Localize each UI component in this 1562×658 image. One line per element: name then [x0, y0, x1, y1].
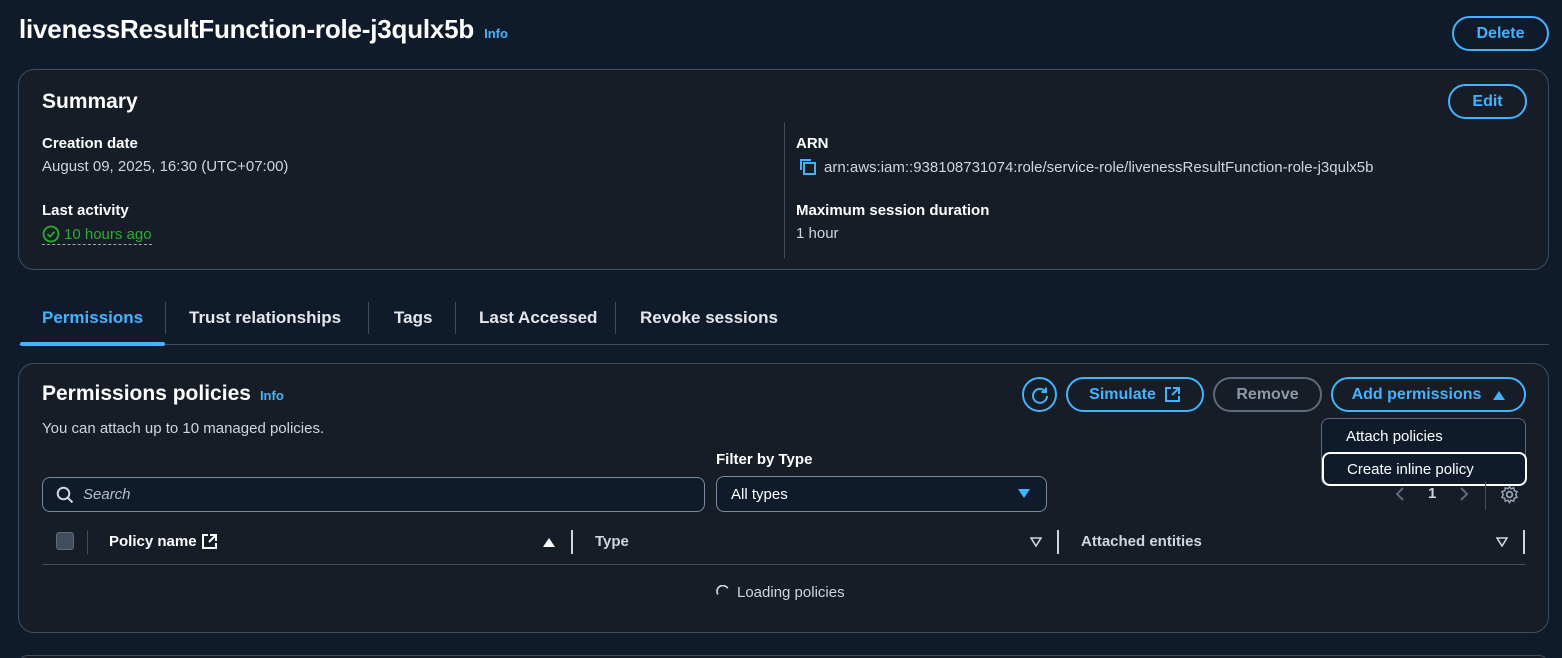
- column-separator: [1057, 530, 1059, 554]
- arn-label: ARN: [796, 135, 829, 152]
- sort-descending-icon[interactable]: [1030, 537, 1042, 547]
- tab-separator: [368, 302, 369, 334]
- creation-date-label: Creation date: [42, 135, 138, 152]
- tab-revoke-sessions[interactable]: Revoke sessions: [640, 308, 778, 328]
- role-tabs: Permissions Trust relationships Tags Las…: [19, 300, 1549, 346]
- column-separator: [87, 530, 88, 554]
- permissions-info-link[interactable]: Info: [260, 388, 284, 403]
- column-header-policy-name[interactable]: Policy name: [109, 533, 218, 550]
- success-check-icon: [42, 225, 60, 243]
- menu-item-create-inline-policy[interactable]: Create inline policy: [1322, 452, 1527, 486]
- policy-name-header-label: Policy name: [109, 533, 197, 550]
- title-info-link[interactable]: Info: [484, 26, 508, 41]
- caret-down-icon: [1018, 489, 1030, 498]
- sort-descending-icon[interactable]: [1496, 537, 1508, 547]
- remove-button[interactable]: Remove: [1213, 377, 1322, 412]
- external-link-icon: [1164, 387, 1180, 402]
- tab-separator: [455, 302, 456, 334]
- menu-item-attach-policies[interactable]: Attach policies: [1322, 419, 1525, 453]
- max-session-value: 1 hour: [796, 225, 839, 242]
- tab-permissions[interactable]: Permissions: [42, 308, 143, 328]
- delete-button[interactable]: Delete: [1452, 16, 1549, 51]
- current-page-number[interactable]: 1: [1428, 485, 1436, 502]
- refresh-button[interactable]: [1022, 377, 1057, 412]
- loading-indicator: Loading policies: [716, 584, 845, 601]
- pagination-divider: [1485, 482, 1486, 510]
- search-placeholder: Search: [83, 486, 131, 503]
- last-activity-value[interactable]: 10 hours ago: [42, 225, 152, 245]
- tab-trust-relationships[interactable]: Trust relationships: [189, 308, 341, 328]
- add-permissions-menu: Attach policies Create inline policy: [1321, 418, 1527, 486]
- table-header-divider: [42, 564, 1526, 565]
- loading-text: Loading policies: [737, 584, 845, 601]
- page-header: livenessResultFunction-role-j3qulx5b Inf…: [19, 14, 508, 45]
- add-permissions-button[interactable]: Add permissions: [1331, 377, 1526, 412]
- simulate-button[interactable]: Simulate: [1066, 377, 1204, 412]
- simulate-label: Simulate: [1089, 385, 1156, 403]
- select-all-checkbox[interactable]: [56, 532, 74, 550]
- summary-divider: [784, 122, 785, 258]
- last-activity-label: Last activity: [42, 202, 129, 219]
- tab-last-accessed[interactable]: Last Accessed: [479, 308, 597, 328]
- last-activity-text: 10 hours ago: [64, 225, 152, 243]
- tab-tags[interactable]: Tags: [394, 308, 432, 328]
- arn-value: arn:aws:iam::938108731074:role/service-r…: [824, 158, 1374, 176]
- column-separator: [571, 530, 573, 554]
- external-link-icon: [201, 534, 217, 549]
- sort-ascending-icon[interactable]: [543, 537, 555, 547]
- add-permissions-label: Add permissions: [1351, 385, 1482, 403]
- refresh-icon: [1031, 387, 1048, 404]
- creation-date-value: August 09, 2025, 16:30 (UTC+07:00): [42, 158, 289, 175]
- next-page-icon[interactable]: [1458, 486, 1470, 502]
- copy-icon[interactable]: [798, 157, 818, 177]
- column-header-attached-entities[interactable]: Attached entities: [1081, 533, 1202, 550]
- permissions-title-row: Permissions policies Info: [42, 382, 284, 406]
- filter-type-value: All types: [731, 485, 788, 503]
- filter-by-type-label: Filter by Type: [716, 451, 813, 468]
- arn-row: arn:aws:iam::938108731074:role/service-r…: [798, 157, 1373, 177]
- max-session-label: Maximum session duration: [796, 202, 990, 219]
- settings-gear-icon[interactable]: [1500, 485, 1519, 504]
- column-header-type[interactable]: Type: [595, 533, 629, 550]
- loading-spinner-icon: [716, 585, 729, 595]
- page-title: livenessResultFunction-role-j3qulx5b: [19, 14, 475, 44]
- search-icon: [56, 486, 74, 503]
- caret-up-icon: [1493, 390, 1506, 400]
- summary-title: Summary: [42, 90, 138, 113]
- filter-type-select[interactable]: All types: [716, 476, 1047, 512]
- edit-button[interactable]: Edit: [1448, 84, 1527, 119]
- permissions-title: Permissions policies: [42, 382, 251, 405]
- search-input[interactable]: Search: [42, 477, 705, 512]
- active-tab-indicator: [20, 342, 165, 346]
- column-separator: [1523, 530, 1525, 554]
- previous-page-icon[interactable]: [1394, 486, 1406, 502]
- tab-separator: [165, 302, 166, 334]
- tab-separator: [615, 302, 616, 334]
- summary-panel: Summary Edit Creation date August 09, 20…: [18, 69, 1549, 270]
- permissions-description: You can attach up to 10 managed policies…: [42, 420, 325, 437]
